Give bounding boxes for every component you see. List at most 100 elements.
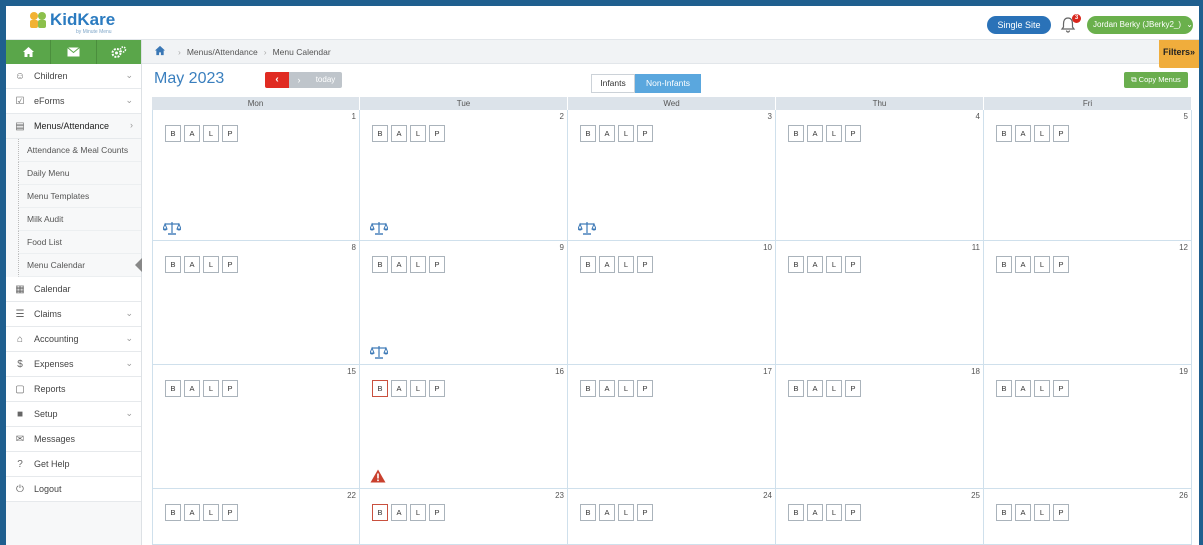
sidebar-subitem-milk-audit[interactable]: Milk Audit [18,208,141,231]
next-month-button[interactable]: › [289,72,309,88]
meal-button-l[interactable]: L [410,125,426,142]
warning-icon[interactable] [370,469,386,483]
meal-button-b[interactable]: B [580,125,596,142]
meal-button-a[interactable]: A [391,125,407,142]
meal-button-b[interactable]: B [165,256,181,273]
meal-button-b[interactable]: B [372,504,388,521]
meal-button-a[interactable]: A [1015,125,1031,142]
meal-button-a[interactable]: A [599,256,615,273]
meal-button-p[interactable]: P [637,380,653,397]
meal-button-l[interactable]: L [410,380,426,397]
meal-button-b[interactable]: B [996,380,1012,397]
meal-button-p[interactable]: P [429,256,445,273]
sidebar-subitem-menu-templates[interactable]: Menu Templates [18,185,141,208]
calendar-day-cell[interactable]: 24 B A L P [568,489,776,545]
meal-button-b[interactable]: B [996,256,1012,273]
meal-button-p[interactable]: P [845,256,861,273]
meal-button-p[interactable]: P [1053,256,1069,273]
meal-button-b[interactable]: B [788,256,804,273]
meal-button-a[interactable]: A [1015,380,1031,397]
sidebar-subitem-daily-menu[interactable]: Daily Menu [18,162,141,185]
meal-button-p[interactable]: P [637,504,653,521]
home-tab[interactable] [6,40,52,64]
meal-button-l[interactable]: L [203,380,219,397]
sidebar-item-menus-attendance[interactable]: ▤ Menus/Attendance › [6,114,141,139]
meal-button-l[interactable]: L [618,256,634,273]
sidebar-item-setup[interactable]: ■ Setup ⌄ [6,402,141,427]
calendar-day-cell[interactable]: 9 BALP [360,241,568,365]
calendar-day-cell[interactable]: 26 B A L P [984,489,1192,545]
prev-month-button[interactable]: ‹ [265,72,289,88]
meal-button-p[interactable]: P [637,125,653,142]
meal-button-l[interactable]: L [826,256,842,273]
meal-button-b[interactable]: B [996,504,1012,521]
meal-button-b[interactable]: B [372,125,388,142]
meal-button-b[interactable]: B [372,380,388,397]
meal-button-a[interactable]: A [184,256,200,273]
meal-button-b[interactable]: B [165,504,181,521]
calendar-day-cell[interactable]: 12 B A L P [984,241,1192,365]
meal-button-a[interactable]: A [1015,504,1031,521]
meal-button-b[interactable]: B [788,125,804,142]
meal-button-a[interactable]: A [807,256,823,273]
breadcrumb-section[interactable]: Menus/Attendance [187,47,258,57]
calendar-day-cell[interactable]: 2 BALP [360,110,568,241]
meal-button-l[interactable]: L [410,504,426,521]
meal-button-b[interactable]: B [788,380,804,397]
meal-button-l[interactable]: L [203,504,219,521]
calendar-day-cell[interactable]: 8 BALP [152,241,360,365]
meal-button-l[interactable]: L [618,380,634,397]
sidebar-item-eforms[interactable]: ☑ eForms ⌄ [6,89,141,114]
balance-scale-icon[interactable] [369,345,389,359]
meal-button-p[interactable]: P [429,504,445,521]
meal-button-a[interactable]: A [391,504,407,521]
messages-tab[interactable] [51,40,97,64]
sidebar-item-children[interactable]: ☺ Children ⌄ [6,64,141,89]
meal-button-a[interactable]: A [184,380,200,397]
meal-button-p[interactable]: P [222,504,238,521]
tab-non-infants[interactable]: Non-Infants [635,74,701,93]
meal-button-l[interactable]: L [203,125,219,142]
kidkare-logo[interactable]: KidKare by Minute Menu [28,10,128,36]
meal-button-l[interactable]: L [1034,380,1050,397]
sidebar-subitem-attendance-meal-counts[interactable]: Attendance & Meal Counts [18,139,141,162]
meal-button-a[interactable]: A [391,256,407,273]
meal-button-l[interactable]: L [826,125,842,142]
calendar-day-cell[interactable]: 11 B A L P [776,241,984,365]
notifications-button[interactable]: 3 [1059,14,1081,34]
user-menu-button[interactable]: Jordan Berky (JBerky2_) ⌄ [1087,16,1193,34]
sidebar-item-accounting[interactable]: ⌂ Accounting ⌄ [6,327,141,352]
meal-button-a[interactable]: A [1015,256,1031,273]
sidebar-item-logout[interactable]: ⏻ Logout [6,477,141,502]
calendar-day-cell[interactable]: 23 B A L P [360,489,568,545]
meal-button-p[interactable]: P [429,125,445,142]
meal-button-b[interactable]: B [372,256,388,273]
meal-button-l[interactable]: L [1034,504,1050,521]
meal-button-p[interactable]: P [222,256,238,273]
sidebar-subitem-food-list[interactable]: Food List [18,231,141,254]
meal-button-b[interactable]: B [788,504,804,521]
meal-button-b[interactable]: B [165,380,181,397]
settings-tab[interactable] [97,40,141,64]
meal-button-a[interactable]: A [807,125,823,142]
calendar-day-cell[interactable]: 17 B A L P [568,365,776,489]
balance-scale-icon[interactable] [369,221,389,235]
balance-scale-icon[interactable] [162,221,182,235]
balance-scale-icon[interactable] [577,221,597,235]
meal-button-p[interactable]: P [1053,125,1069,142]
copy-menus-button[interactable]: ⧉ Copy Menus [1124,72,1188,88]
meal-button-p[interactable]: P [222,125,238,142]
calendar-day-cell[interactable]: 1 BALP [152,110,360,241]
meal-button-p[interactable]: P [1053,504,1069,521]
today-button[interactable]: today [309,72,342,88]
home-icon[interactable] [154,45,166,59]
meal-button-b[interactable]: B [580,504,596,521]
meal-button-l[interactable]: L [1034,125,1050,142]
meal-button-p[interactable]: P [429,380,445,397]
calendar-day-cell[interactable]: 16 B A L P [360,365,568,489]
meal-button-p[interactable]: P [845,125,861,142]
sidebar-item-claims[interactable]: ☰ Claims ⌄ [6,302,141,327]
sidebar-item-expenses[interactable]: $ Expenses ⌄ [6,352,141,377]
meal-button-l[interactable]: L [410,256,426,273]
calendar-day-cell[interactable]: 22 B A L P [152,489,360,545]
